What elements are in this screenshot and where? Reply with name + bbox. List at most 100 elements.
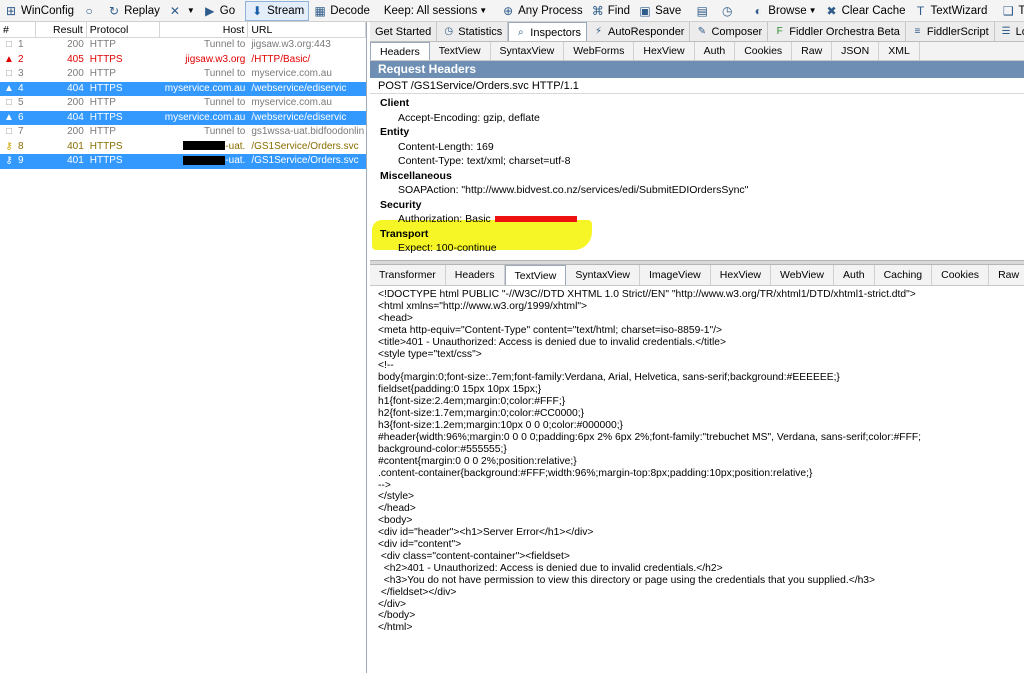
stopwatch-icon: ◷ [444,26,454,37]
col-header-result[interactable]: Result [36,22,87,37]
cell-protocol: HTTPS [89,140,123,152]
cell-host: -uat. [160,154,249,169]
tab-inspectors[interactable]: ⌕ Inspectors [508,22,588,41]
header-line[interactable]: SOAPAction: "http://www.bidvest.co.nz/se… [380,183,1014,198]
tab-get-started[interactable]: Get Started [370,22,438,41]
response-text-view[interactable]: <!DOCTYPE html PUBLIC "-//W3C//DTD XHTML… [370,286,1024,666]
request-tab-xml[interactable]: XML [879,42,920,60]
table-row[interactable]: ⚷ 8 401 HTTPS -uat./GS1Service/Orders.svc [0,140,366,155]
table-row[interactable]: □ 5 200 HTTP Tunnel to myservice.com.au [0,96,366,111]
response-tab-imageview[interactable]: ImageView [640,265,711,285]
header-group-security[interactable]: Security [380,198,1014,213]
header-group-entity[interactable]: Entity [380,125,1014,140]
toolbar-winconfig-button[interactable]: ⊞ WinConfig [0,1,78,21]
comment-icon: ○ [85,3,93,18]
col-header-host[interactable]: Host [160,22,249,37]
tab-composer[interactable]: ✎ Composer [690,22,769,41]
toolbar-label: Stream [267,4,305,17]
table-row[interactable]: □ 3 200 HTTP Tunnel to myservice.com.au [0,67,366,82]
screenshot-icon: ▤ [696,3,708,18]
replay-icon: ↻ [109,3,120,18]
toolbar-stream-button[interactable]: ⬇ Stream [245,0,310,21]
cell-result: 200 [67,68,84,79]
request-tab-json[interactable]: JSON [832,42,880,60]
response-tab-webview[interactable]: WebView [771,265,834,285]
toolbar-clear-cache-button[interactable]: ✖ Clear Cache [821,1,910,21]
response-tab-caching[interactable]: Caching [875,265,933,285]
header-line[interactable]: Accept-Encoding: gzip, deflate [380,111,1014,126]
table-row[interactable]: ▲ 4 404 HTTPS myservice.com.au/webservice/ed… [0,81,366,96]
col-header-num[interactable]: # [0,22,36,37]
table-row[interactable]: ▲ 2 405 HTTPS jigsaw.w3.org/HTTP/Basic/ [0,53,366,68]
toolbar-textwizard-button[interactable]: T TextWizard [909,1,991,21]
request-tab-webforms[interactable]: WebForms [564,42,635,60]
request-tab-cookies[interactable]: Cookies [735,42,793,60]
cell-url: myservice.com.au [251,97,332,108]
request-tab-auth[interactable]: Auth [695,42,736,60]
header-group-miscellaneous[interactable]: Miscellaneous [380,169,1014,184]
tab-autoresponder[interactable]: ⚡ AutoResponder [587,22,691,41]
response-tab-raw[interactable]: Raw [989,265,1024,285]
table-row[interactable]: ⚷ 9 401 HTTPS -uat./GS1Service/Orders.svc [0,154,366,169]
table-row[interactable]: □ 7 200 HTTP Tunnel to gs1wssa-uat.bidfoodonl… [0,125,366,140]
col-header-protocol[interactable]: Protocol [87,22,160,37]
tab-fiddlerscript[interactable]: ≡ FiddlerScript [906,22,995,41]
stream-icon: ⬇ [252,3,263,18]
tab-label: Composer [711,25,763,38]
toolbar-decode-button[interactable]: ▦ Decode [309,1,374,21]
request-tab-textview[interactable]: TextView [430,42,491,60]
header-line[interactable]: Content-Type: text/xml; charset=utf-8 [380,154,1014,169]
request-tab-hexview[interactable]: HexView [634,42,695,60]
row-number: 7 [18,126,24,137]
toolbar-browse-button[interactable]: ◐ Browse ▼ [747,1,820,21]
cell-host: Tunnel to [203,126,246,137]
col-header-url[interactable]: URL [248,22,366,37]
toolbar-tearoff-button[interactable]: ❑ Tearoff [997,1,1024,21]
toolbar-label: Go [219,4,236,17]
request-tab-raw[interactable]: Raw [792,42,833,60]
toolbar-label: Replay [124,4,160,17]
response-tab-textview[interactable]: TextView [504,265,567,285]
header-line[interactable]: Content-Length: 169 [380,140,1014,155]
request-line: POST /GS1Service/Orders.svc HTTP/1.1 [370,78,1024,94]
cell-url: jigsaw.w3.org:443 [251,39,331,50]
response-tab-strip: Transformer Headers TextView SyntaxView Imag… [370,265,1024,286]
toolbar-go-button[interactable]: ▶ Go [199,1,239,21]
toolbar-replay-button[interactable]: ↻ Replay [103,1,164,21]
response-tab-transformer[interactable]: Transformer [370,265,446,285]
header-group-transport[interactable]: Transport [380,227,1014,242]
response-tab-syntaxview[interactable]: SyntaxView [566,265,640,285]
session-list[interactable]: # Result Protocol Host URL □ 1 200 HTTP Tunn… [0,22,367,673]
request-tab-syntaxview[interactable]: SyntaxView [491,42,565,60]
header-line[interactable]: Authorization: Basic [380,212,1014,227]
response-tab-hexview[interactable]: HexView [711,265,772,285]
toolbar-timer-icon-button[interactable]: ◷ [716,1,741,21]
toolbar-screenshot-icon-button[interactable]: ▤ [691,1,716,21]
toolbar-keep-all-sessions-button[interactable]: Keep: All sessions ▼ [380,1,491,21]
response-tab-headers[interactable]: Headers [446,265,505,285]
table-row[interactable]: □ 1 200 HTTP Tunnel to jigsaw.w3.org:443 [0,38,366,53]
tab-label: FiddlerScript [926,25,989,38]
cell-host: myservice.com.au [164,111,246,123]
header-group-client[interactable]: Client [380,96,1014,111]
tab-fiddler-orchestra-beta[interactable]: F Fiddler Orchestra Beta [768,22,906,41]
toolbar-comment-icon-button[interactable]: ○ [78,1,103,21]
toolbar-save-button[interactable]: ▣ Save [634,1,685,21]
tab-statistics[interactable]: ◷ Statistics [437,22,509,41]
binoculars-icon: ⌘ [591,3,604,18]
cell-protocol: HTTP [89,126,116,137]
toolbar-remove-icon-button[interactable]: ✕ ▼ [164,1,199,21]
response-tab-cookies[interactable]: Cookies [932,265,990,285]
toolbar-any-process-button[interactable]: ⊕ Any Process [497,1,587,21]
response-tab-auth[interactable]: Auth [834,265,875,285]
row-number: 5 [18,97,24,108]
request-tab-headers[interactable]: Headers [370,42,430,60]
tab-log[interactable]: ☰ Log [995,22,1024,41]
toolbar-find-button[interactable]: ⌘ Find [587,1,634,21]
redaction-scribble [494,216,577,223]
main-toolbar: ⊞ WinConfig ○ ↻ Replay ✕ ▼ ▶ Go ⬇ Stream ▦ Decode Kee… [0,0,1024,22]
header-line[interactable]: Expect: 100-continue [380,241,1014,256]
toolbar-label: Keep: All sessions [383,4,478,17]
table-row[interactable]: ▲ 6 404 HTTPS myservice.com.au/webservice/ed… [0,110,366,125]
cell-result: 200 [67,126,84,137]
